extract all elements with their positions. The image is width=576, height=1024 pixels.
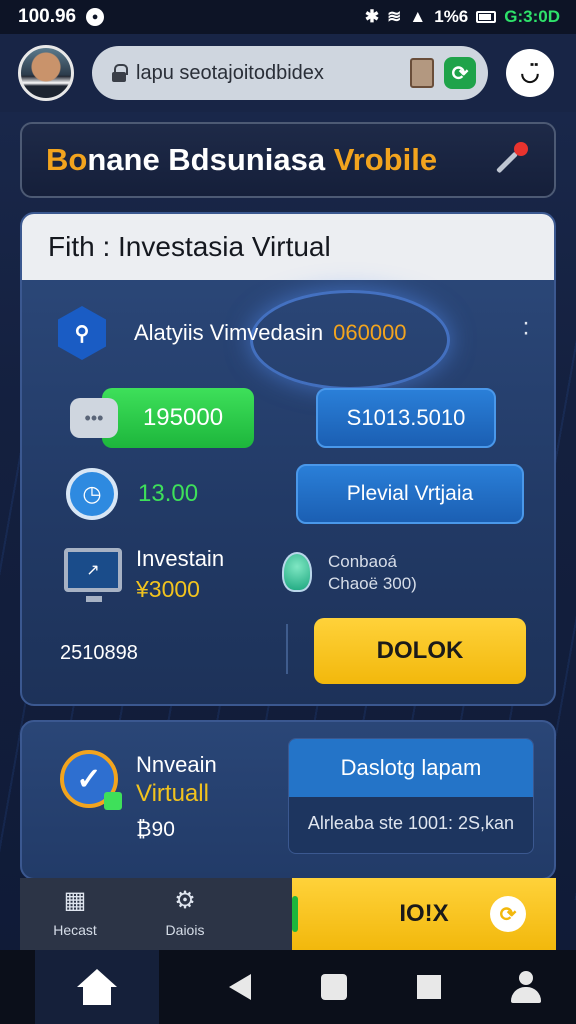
- browser-toolbar: lapu seotajoitodbidex ⟳ ◡̈: [0, 34, 576, 112]
- hexagon-badge-icon: ⚲: [58, 306, 106, 360]
- reference-code: 2510898: [60, 642, 138, 664]
- system-nav-bar: [0, 950, 576, 1024]
- summary-row: ⚲ Alatyiis Vimvedasin 060000 · ·: [58, 306, 530, 360]
- clock-value: 13.00: [138, 480, 199, 507]
- recents-icon[interactable]: [417, 975, 441, 999]
- balance-button[interactable]: S1013.5010: [316, 388, 496, 448]
- signal-icon: ▲: [409, 7, 427, 26]
- checkmark-badge-icon: ✓: [60, 750, 122, 810]
- status-time-right: G:3:0D: [504, 7, 560, 26]
- virtual-investment-card: ✓ Nnveain Virtuall ₿90 Daslotg lapam Alr…: [20, 720, 556, 880]
- divider: [286, 624, 288, 674]
- battery-icon: [476, 11, 497, 23]
- bottom-item-history[interactable]: ▦ Hecast: [30, 886, 120, 938]
- green-indicator: [292, 896, 298, 932]
- details-panel[interactable]: Daslotg lapam Alrleaba ste 1001: 2S,kan: [288, 738, 534, 854]
- preview-button[interactable]: Plevial Vrtjaia: [296, 464, 524, 524]
- extension-icon[interactable]: ⟳: [444, 57, 476, 89]
- bottom-action-label: IO!X: [399, 900, 449, 927]
- tabs-icon[interactable]: [410, 58, 434, 88]
- home-icon: [77, 969, 117, 1005]
- lock-icon: [112, 64, 128, 82]
- invest-label: Investain: [136, 546, 225, 571]
- pin-icon[interactable]: [490, 140, 530, 180]
- summary-label: Alatyiis Vimvedasin: [134, 320, 324, 345]
- refresh-icon: ⟳: [490, 896, 526, 932]
- ok-button[interactable]: DOLOK: [314, 618, 526, 684]
- lower-card-amount: ₿90: [136, 818, 175, 841]
- details-panel-body: Alrleaba ste 1001: 2S,kan: [307, 813, 515, 833]
- menu-face-icon[interactable]: ◡̈: [506, 49, 554, 97]
- lightbulb-icon: [282, 552, 312, 592]
- green-amount-button[interactable]: 195000: [102, 388, 254, 448]
- note-line-2: Chaoë 300): [328, 574, 417, 593]
- bottom-action-button[interactable]: IO!X ⟳: [292, 878, 556, 950]
- back-icon[interactable]: [229, 974, 251, 1000]
- investment-card: Fith : Investasia Virtual ⚲ Alatyiis Vim…: [20, 212, 556, 706]
- title-banner: Bonane Bdsuniasa Vrobile: [20, 122, 556, 198]
- details-panel-header[interactable]: Daslotg lapam: [289, 739, 533, 797]
- app-bottom-bar: ▦ Hecast ⚙ Daiois IO!X ⟳: [20, 878, 556, 950]
- note-line-1: Conbaoá: [328, 552, 398, 571]
- bottom-item-details[interactable]: ⚙ Daiois: [140, 886, 230, 938]
- status-bar: 100.96 ● ✱ ≋ ▲ 1%6 G:3:0D: [0, 0, 576, 34]
- square-icon[interactable]: [321, 974, 347, 1000]
- invest-amount: ¥3000: [136, 576, 200, 602]
- banner-title-part3: Vrobile: [325, 142, 438, 177]
- nav-home-button[interactable]: [35, 950, 159, 1024]
- card-header: Fith : Investasia Virtual: [22, 214, 554, 280]
- status-signal-text: 1%6: [434, 7, 469, 26]
- clock-icon: ◷: [66, 468, 118, 520]
- bottom-item-history-label: Hecast: [53, 922, 97, 938]
- status-time-left: 100.96: [18, 6, 77, 27]
- lower-card-title-1: Nnveain: [136, 752, 217, 777]
- wifi-icon: ≋: [387, 7, 402, 26]
- bottom-item-details-label: Daiois: [165, 922, 205, 938]
- lower-card-title-2: Virtuall: [136, 780, 209, 807]
- gear-icon: ⚙: [174, 887, 196, 914]
- chat-bubble-icon: •••: [70, 398, 118, 438]
- briefcase-icon: ▦: [63, 887, 87, 914]
- more-options-icon[interactable]: · ·: [522, 311, 530, 345]
- url-bar[interactable]: lapu seotajoitodbidex ⟳: [92, 46, 488, 100]
- bluetooth-icon: ✱: [364, 7, 380, 26]
- url-text[interactable]: lapu seotajoitodbidex: [136, 62, 400, 85]
- person-icon[interactable]: [511, 971, 541, 1003]
- banner-title-part1: Bo: [46, 142, 88, 177]
- banner-title: Bonane Bdsuniasa Vrobile: [46, 142, 490, 178]
- notification-icon: ●: [86, 8, 105, 26]
- avatar[interactable]: [18, 45, 74, 101]
- summary-value: 060000: [333, 320, 407, 345]
- monitor-chart-icon: ↗: [64, 548, 122, 602]
- banner-title-part2: nane Bdsuniasa: [87, 142, 326, 177]
